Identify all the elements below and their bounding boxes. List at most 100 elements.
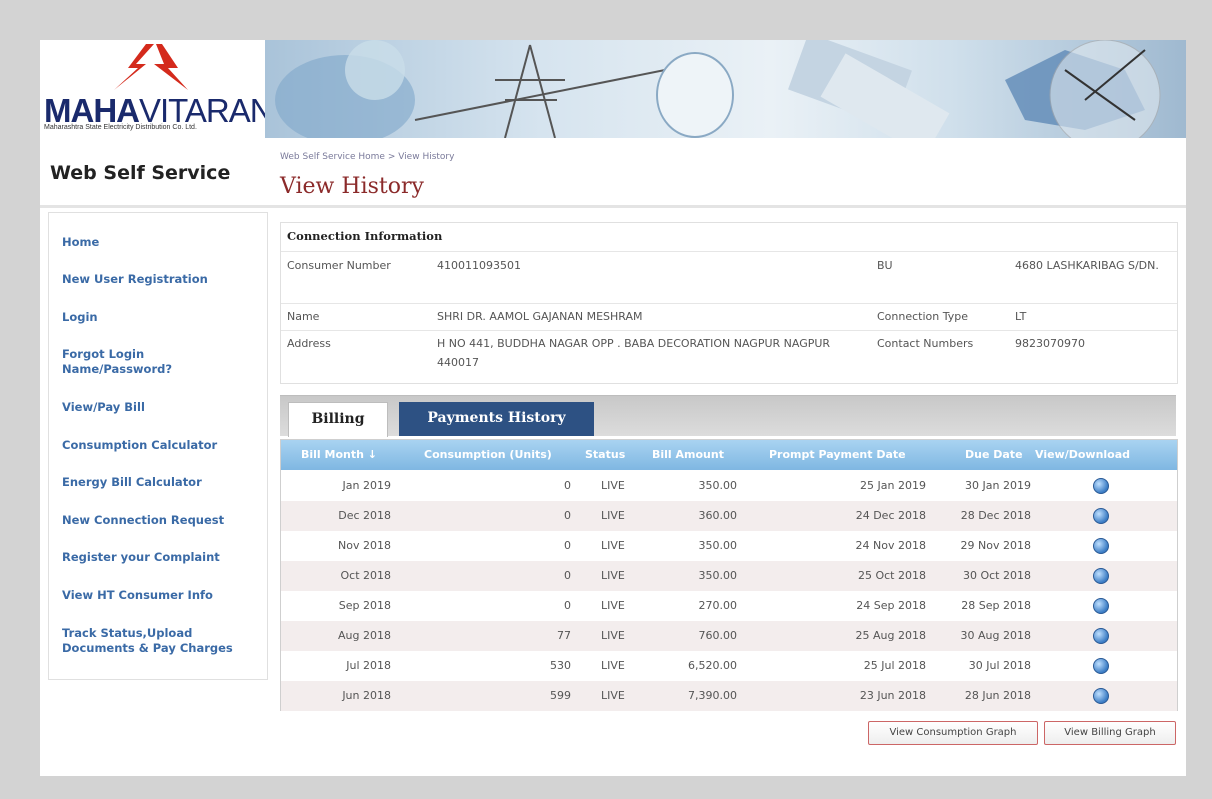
table-header: Bill Month ↓ Consumption (Units) Status … xyxy=(281,440,1177,470)
cell-status: LIVE xyxy=(601,659,625,672)
connection-type-value: LT xyxy=(1015,310,1027,323)
logo-subtitle: Maharashtra State Electricity Distributi… xyxy=(44,124,197,131)
cell-status: LIVE xyxy=(601,599,625,612)
cell-prompt-payment-date: 25 Jul 2018 xyxy=(863,659,926,672)
tab-billing[interactable]: Billing xyxy=(288,402,388,437)
connection-row-address: Address H NO 441, BUDDHA NAGAR OPP . BAB… xyxy=(281,330,1177,383)
sidebar-item-home[interactable]: Home xyxy=(62,235,262,250)
divider xyxy=(40,205,1186,208)
download-icon[interactable] xyxy=(1093,568,1109,584)
table-row: Jan 2019 0 LIVE 350.00 25 Jan 2019 30 Jan 201… xyxy=(281,471,1177,501)
table-row: Jul 2018 530 LIVE 6,520.00 25 Jul 2018 30 Jul… xyxy=(281,651,1177,681)
cell-due-date: 28 Dec 2018 xyxy=(960,509,1031,522)
cell-status: LIVE xyxy=(601,689,625,702)
cell-prompt-payment-date: 25 Aug 2018 xyxy=(855,629,926,642)
address-label: Address xyxy=(287,337,331,350)
cell-due-date: 30 Jul 2018 xyxy=(968,659,1031,672)
cell-due-date: 30 Jan 2019 xyxy=(965,479,1031,492)
cell-consumption: 0 xyxy=(564,539,571,552)
column-header-prompt-payment-date[interactable]: Prompt Payment Date xyxy=(769,448,906,461)
cell-bill-amount: 350.00 xyxy=(698,539,738,552)
cell-prompt-payment-date: 24 Sep 2018 xyxy=(856,599,926,612)
download-icon[interactable] xyxy=(1093,658,1109,674)
cell-consumption: 0 xyxy=(564,509,571,522)
cell-bill-amount: 270.00 xyxy=(698,599,738,612)
cell-due-date: 29 Nov 2018 xyxy=(960,539,1031,552)
column-header-due-date[interactable]: Due Date xyxy=(965,448,1023,461)
view-consumption-graph-button[interactable]: View Consumption Graph xyxy=(868,721,1038,745)
cell-bill-month: Oct 2018 xyxy=(340,569,391,582)
site-title: Web Self Service xyxy=(50,162,231,184)
view-billing-graph-button[interactable]: View Billing Graph xyxy=(1044,721,1176,745)
table-row: Dec 2018 0 LIVE 360.00 24 Dec 2018 28 Dec 201… xyxy=(281,501,1177,531)
cell-consumption: 77 xyxy=(557,629,571,642)
cell-bill-amount: 6,520.00 xyxy=(688,659,737,672)
sidebar-item-forgot-login[interactable]: Forgot Login Name/Password? xyxy=(62,347,212,377)
table-row: Jun 2018 599 LIVE 7,390.00 23 Jun 2018 28 Jun… xyxy=(281,681,1177,711)
cell-bill-amount: 760.00 xyxy=(698,629,738,642)
name-label: Name xyxy=(287,310,320,323)
cell-due-date: 28 Sep 2018 xyxy=(961,599,1031,612)
sidebar-item-register-complaint[interactable]: Register your Complaint xyxy=(62,550,262,565)
sidebar-nav: Home New User Registration Login Forgot … xyxy=(48,212,268,680)
lightning-logo-icon xyxy=(114,44,188,90)
download-icon[interactable] xyxy=(1093,508,1109,524)
sidebar-item-view-ht-consumer-info[interactable]: View HT Consumer Info xyxy=(62,588,262,603)
name-value: SHRI DR. AAMOL GAJANAN MESHRAM xyxy=(437,310,643,323)
breadcrumb[interactable]: Web Self Service Home > View History xyxy=(280,152,454,162)
cell-bill-month: Nov 2018 xyxy=(338,539,391,552)
cell-bill-month: Jun 2018 xyxy=(342,689,391,702)
cell-status: LIVE xyxy=(601,509,625,522)
cell-bill-amount: 350.00 xyxy=(698,479,738,492)
table-row: Nov 2018 0 LIVE 350.00 24 Nov 2018 29 Nov 201… xyxy=(281,531,1177,561)
cell-status: LIVE xyxy=(601,539,625,552)
column-header-bill-month[interactable]: Bill Month ↓ xyxy=(301,448,377,461)
connection-info-panel: Connection Information Consumer Number 4… xyxy=(280,222,1178,384)
cell-bill-month: Jan 2019 xyxy=(342,479,391,492)
connection-info-heading: Connection Information xyxy=(287,229,443,243)
cell-prompt-payment-date: 25 Jan 2019 xyxy=(860,479,926,492)
cell-bill-amount: 360.00 xyxy=(698,509,738,522)
contact-numbers-label: Contact Numbers xyxy=(877,337,974,350)
sidebar-item-new-user-registration[interactable]: New User Registration xyxy=(62,272,262,287)
billing-table: Bill Month ↓ Consumption (Units) Status … xyxy=(280,439,1178,711)
column-header-status[interactable]: Status xyxy=(585,448,625,461)
logo[interactable]: MAHAVITARAN Maharashtra State Electricit… xyxy=(40,40,274,138)
page: MAHAVITARAN Maharashtra State Electricit… xyxy=(40,40,1186,776)
header-banner xyxy=(265,40,1186,138)
cell-bill-amount: 7,390.00 xyxy=(688,689,737,702)
cell-status: LIVE xyxy=(601,479,625,492)
column-header-bill-amount[interactable]: Bill Amount xyxy=(652,448,724,461)
cell-bill-month: Sep 2018 xyxy=(338,599,391,612)
cell-prompt-payment-date: 25 Oct 2018 xyxy=(857,569,926,582)
download-icon[interactable] xyxy=(1093,538,1109,554)
download-icon[interactable] xyxy=(1093,478,1109,494)
sidebar-item-login[interactable]: Login xyxy=(62,310,262,325)
sidebar-item-track-status[interactable]: Track Status,Upload Documents & Pay Char… xyxy=(62,626,257,656)
table-row: Aug 2018 77 LIVE 760.00 25 Aug 2018 30 Aug 20… xyxy=(281,621,1177,651)
download-icon[interactable] xyxy=(1093,628,1109,644)
tab-payments-history[interactable]: Payments History xyxy=(399,402,594,436)
banner-illustration-icon xyxy=(275,40,1161,138)
sidebar-item-consumption-calculator[interactable]: Consumption Calculator xyxy=(62,438,262,453)
cell-bill-month: Aug 2018 xyxy=(338,629,391,642)
sidebar-item-energy-bill-calculator[interactable]: Energy Bill Calculator xyxy=(62,475,262,490)
bu-value: 4680 LASHKARIBAG S/DN. xyxy=(1015,259,1159,272)
connection-row-name: Name SHRI DR. AAMOL GAJANAN MESHRAM Conn… xyxy=(281,303,1177,329)
cell-due-date: 30 Oct 2018 xyxy=(962,569,1031,582)
table-row: Sep 2018 0 LIVE 270.00 24 Sep 2018 28 Sep 201… xyxy=(281,591,1177,621)
cell-consumption: 530 xyxy=(550,659,571,672)
cell-bill-amount: 350.00 xyxy=(698,569,738,582)
column-header-consumption[interactable]: Consumption (Units) xyxy=(424,448,552,461)
table-row: Oct 2018 0 LIVE 350.00 25 Oct 2018 30 Oct 201… xyxy=(281,561,1177,591)
cell-consumption: 0 xyxy=(564,479,571,492)
column-header-view-download[interactable]: View/Download xyxy=(1035,448,1130,461)
page-title: View History xyxy=(280,174,424,199)
download-icon[interactable] xyxy=(1093,598,1109,614)
sidebar-item-view-pay-bill[interactable]: View/Pay Bill xyxy=(62,400,262,415)
cell-status: LIVE xyxy=(601,629,625,642)
download-icon[interactable] xyxy=(1093,688,1109,704)
cell-due-date: 30 Aug 2018 xyxy=(960,629,1031,642)
cell-prompt-payment-date: 24 Dec 2018 xyxy=(855,509,926,522)
sidebar-item-new-connection-request[interactable]: New Connection Request xyxy=(62,513,262,528)
